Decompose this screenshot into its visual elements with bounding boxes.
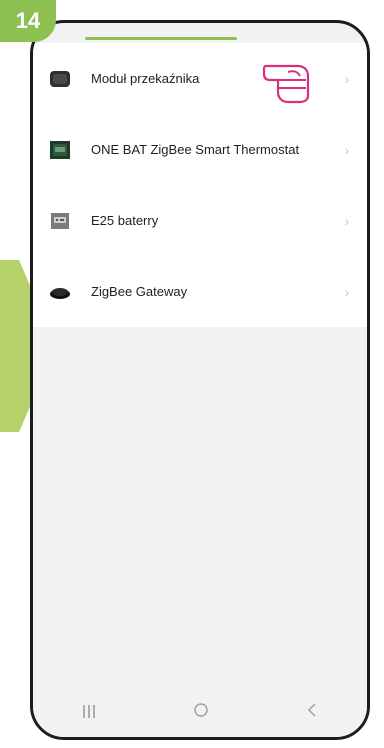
empty-area	[33, 327, 367, 687]
device-row-thermostat[interactable]: ONE BAT ZigBee Smart Thermostat ›	[33, 114, 367, 185]
pointing-hand-icon	[260, 52, 336, 104]
gateway-icon	[47, 279, 73, 305]
chevron-right-icon: ›	[344, 283, 350, 300]
back-chevron-icon[interactable]	[306, 702, 318, 723]
app-screen: Moduł przekaźnika › ONE BAT ZigBee Smart…	[33, 23, 367, 737]
phone-frame: Moduł przekaźnika › ONE BAT ZigBee Smart…	[30, 20, 370, 740]
device-row-zigbee-gateway[interactable]: ZigBee Gateway ›	[33, 256, 367, 327]
battery-sensor-icon	[47, 208, 73, 234]
thermostat-icon	[47, 137, 73, 163]
system-nav-bar: III	[33, 687, 367, 737]
relay-module-icon	[47, 66, 73, 92]
recent-apps-button[interactable]: III	[81, 702, 96, 723]
device-label: ONE BAT ZigBee Smart Thermostat	[91, 142, 300, 157]
device-label: ZigBee Gateway	[91, 284, 188, 299]
step-number-badge: 14	[0, 0, 56, 42]
step-number: 14	[15, 8, 41, 33]
device-label: E25 baterry	[91, 213, 159, 228]
home-circle-icon[interactable]	[193, 702, 209, 723]
chevron-right-icon: ›	[344, 70, 350, 87]
device-row-e25-battery[interactable]: E25 baterry ›	[33, 185, 367, 256]
chevron-right-icon: ›	[344, 212, 350, 229]
chevron-right-icon: ›	[344, 141, 350, 158]
drag-indicator	[85, 37, 237, 40]
